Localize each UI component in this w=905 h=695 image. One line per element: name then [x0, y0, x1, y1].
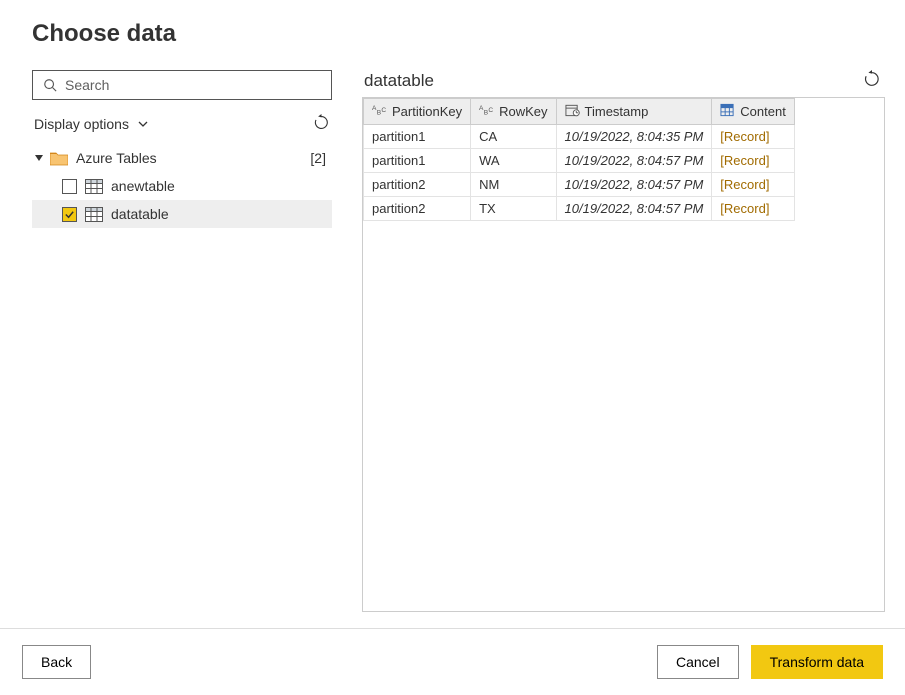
svg-text:C: C: [381, 107, 386, 114]
table-row[interactable]: partition1WA10/19/2022, 8:04:57 PM[Recor…: [364, 149, 795, 173]
svg-text:C: C: [488, 107, 493, 114]
table-cell: partition2: [364, 197, 471, 221]
table-row[interactable]: partition1CA10/19/2022, 8:04:35 PM[Recor…: [364, 125, 795, 149]
tree-group-count: [2]: [310, 150, 326, 166]
column-header[interactable]: ABC RowKey: [471, 99, 556, 125]
preview-pane: datatable ABC PartitionKey ABC RowKey Timest…: [362, 70, 885, 628]
checkbox[interactable]: [62, 207, 77, 222]
preview-title: datatable: [364, 71, 434, 91]
search-icon: [43, 78, 57, 92]
table-cell: partition2: [364, 173, 471, 197]
table-cell: 10/19/2022, 8:04:57 PM: [556, 197, 712, 221]
column-type-icon: [565, 103, 580, 120]
column-header-label: Content: [740, 104, 786, 119]
column-header-label: Timestamp: [585, 104, 649, 119]
column-header[interactable]: ABC PartitionKey: [364, 99, 471, 125]
table-cell: 10/19/2022, 8:04:57 PM: [556, 173, 712, 197]
column-type-icon: [720, 103, 735, 120]
refresh-icon: [863, 70, 881, 88]
table-icon: [85, 179, 103, 194]
table-cell: WA: [471, 149, 556, 173]
display-options-label: Display options: [34, 116, 129, 132]
back-button[interactable]: Back: [22, 645, 91, 679]
caret-down-icon: [34, 153, 44, 163]
tree-item[interactable]: anewtable: [32, 172, 332, 200]
column-header-label: RowKey: [499, 104, 547, 119]
table-cell: TX: [471, 197, 556, 221]
record-link[interactable]: [Record]: [712, 197, 795, 221]
chevron-down-icon: [137, 118, 149, 130]
column-type-icon: ABC: [479, 103, 494, 120]
table-cell: NM: [471, 173, 556, 197]
column-type-icon: ABC: [372, 103, 387, 120]
object-tree: Azure Tables [2] anewtable datatable: [32, 144, 332, 228]
table-cell: partition1: [364, 125, 471, 149]
refresh-tree-button[interactable]: [313, 114, 330, 134]
table-cell: 10/19/2022, 8:04:57 PM: [556, 149, 712, 173]
table-row[interactable]: partition2TX10/19/2022, 8:04:57 PM[Recor…: [364, 197, 795, 221]
navigator-sidebar: Display options Azure Tables [2] anewtab…: [32, 70, 332, 628]
table-row[interactable]: partition2NM10/19/2022, 8:04:57 PM[Recor…: [364, 173, 795, 197]
search-input-wrap[interactable]: [32, 70, 332, 100]
preview-grid-container[interactable]: ABC PartitionKey ABC RowKey Timestamp Content…: [362, 97, 885, 612]
tree-item-label: anewtable: [111, 178, 175, 194]
tree-group-label: Azure Tables: [76, 150, 310, 166]
folder-icon: [50, 151, 68, 166]
checkbox[interactable]: [62, 179, 77, 194]
column-header[interactable]: Timestamp: [556, 99, 712, 125]
table-cell: CA: [471, 125, 556, 149]
refresh-preview-button[interactable]: [863, 70, 881, 91]
column-header[interactable]: Content: [712, 99, 795, 125]
record-link[interactable]: [Record]: [712, 149, 795, 173]
footer: Back Cancel Transform data: [0, 628, 905, 695]
tree-group-azure-tables[interactable]: Azure Tables [2]: [32, 144, 332, 172]
cancel-button[interactable]: Cancel: [657, 645, 739, 679]
tree-item-label: datatable: [111, 206, 169, 222]
transform-data-button[interactable]: Transform data: [751, 645, 883, 679]
refresh-icon: [313, 114, 330, 131]
table-cell: partition1: [364, 149, 471, 173]
page-title: Choose data: [32, 20, 873, 48]
table-icon: [85, 207, 103, 222]
record-link[interactable]: [Record]: [712, 173, 795, 197]
column-header-label: PartitionKey: [392, 104, 462, 119]
preview-table: ABC PartitionKey ABC RowKey Timestamp Content…: [363, 98, 795, 221]
tree-item[interactable]: datatable: [32, 200, 332, 228]
display-options-button[interactable]: Display options: [34, 116, 149, 132]
record-link[interactable]: [Record]: [712, 125, 795, 149]
table-cell: 10/19/2022, 8:04:35 PM: [556, 125, 712, 149]
search-input[interactable]: [65, 77, 321, 93]
